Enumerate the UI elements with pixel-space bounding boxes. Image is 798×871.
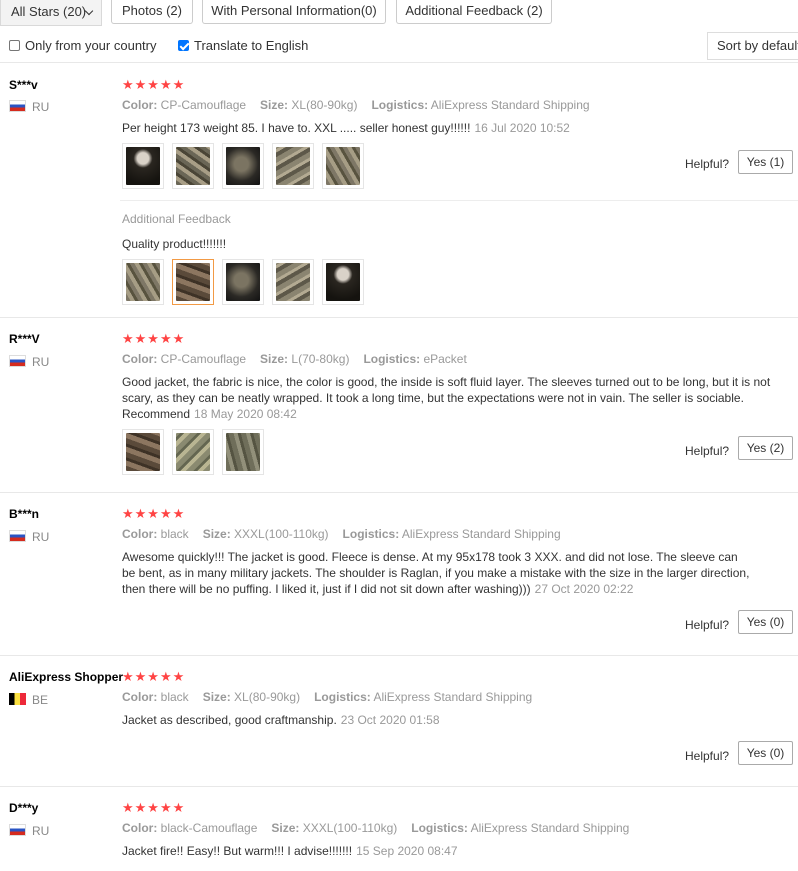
divider	[120, 200, 798, 201]
helpful-yes-button[interactable]: Yes (0)	[738, 741, 793, 765]
helpful-label: Helpful?	[685, 157, 730, 171]
helpful-yes-button[interactable]: Yes (2)	[738, 436, 793, 460]
review-photo[interactable]	[122, 429, 164, 475]
divider	[0, 62, 798, 63]
review-photo[interactable]	[222, 143, 264, 189]
filter-bar: All Stars (20) Photos (2) With Personal …	[0, 0, 798, 26]
reviewer-country: RU	[9, 530, 49, 544]
reviewer-name: R***V	[9, 332, 40, 346]
review-photo[interactable]	[322, 143, 364, 189]
review-photo[interactable]	[122, 143, 164, 189]
review-photo[interactable]	[272, 143, 314, 189]
review-date: 23 Oct 2020 01:58	[340, 713, 440, 727]
review-photo[interactable]	[122, 259, 164, 305]
review-date: 27 Oct 2020 02:22	[534, 582, 634, 596]
star-rating: ★★★★★	[122, 77, 186, 92]
reviewer-name: B***n	[9, 507, 40, 521]
personal-info-filter-button[interactable]: With Personal Information(0)	[202, 0, 386, 24]
review-photo[interactable]	[172, 143, 214, 189]
review-photo[interactable]	[322, 259, 364, 305]
photos-filter-button[interactable]: Photos (2)	[111, 0, 193, 24]
helpful-yes-button[interactable]: Yes (0)	[738, 610, 793, 634]
divider	[0, 492, 798, 493]
translate-label[interactable]: Translate to English	[194, 38, 308, 53]
review-text: Jacket as described, good craftmanship. 2…	[122, 713, 440, 727]
stars-filter-select[interactable]: All Stars (20)	[0, 0, 102, 26]
sort-select[interactable]: Sort by default	[707, 32, 798, 60]
helpful-yes-button[interactable]: Yes (1)	[738, 150, 793, 174]
review-attributes: Color: CP-Camouflage Size: L(70-80kg) Logi…	[122, 352, 467, 366]
review-photo[interactable]	[272, 259, 314, 305]
review-attributes: Color: black Size: XL(80-90kg) Logistics: …	[122, 690, 533, 704]
review-text: Per height 173 weight 85. I have to. XXL…	[122, 121, 570, 135]
divider	[0, 786, 798, 787]
reviewer-name: AliExpress Shopper	[9, 670, 124, 684]
only-country-label[interactable]: Only from your country	[25, 38, 157, 53]
reviewer-country: RU	[9, 824, 49, 838]
review-attributes: Color: black-Camouflage Size: XXXL(100-11…	[122, 821, 630, 835]
additional-feedback-title: Additional Feedback	[122, 212, 231, 226]
review-attributes: Color: black Size: XXXL(100-110kg) Logisti…	[122, 527, 561, 541]
star-rating: ★★★★★	[122, 331, 186, 346]
reviewer-country: BE	[9, 693, 48, 707]
flag-ru-icon	[9, 824, 26, 836]
review-photo[interactable]	[172, 429, 214, 475]
reviewer-name: S***v	[9, 78, 38, 92]
review-date: 15 Sep 2020 08:47	[356, 844, 458, 858]
review-attributes: Color: CP-Camouflage Size: XL(80-90kg) Log…	[122, 98, 590, 112]
star-rating: ★★★★★	[122, 800, 186, 815]
divider	[0, 317, 798, 318]
review-photo[interactable]	[222, 429, 264, 475]
helpful-label: Helpful?	[685, 444, 730, 458]
reviewer-country: RU	[9, 355, 49, 369]
flag-ru-icon	[9, 530, 26, 542]
additional-feedback-text: Quality product!!!!!!!	[122, 237, 227, 251]
review-text: Awesome quickly!!! The jacket is good. F…	[122, 550, 750, 596]
options-bar: Only from your country Translate to Engl…	[0, 32, 798, 62]
only-country-checkbox[interactable]	[9, 40, 20, 51]
stars-filter-label: All Stars (20)	[11, 4, 87, 19]
reviewer-name: D***y	[9, 801, 39, 815]
helpful-label: Helpful?	[685, 749, 730, 763]
review-photo-selected[interactable]	[172, 259, 214, 305]
review-date: 16 Jul 2020 10:52	[474, 121, 570, 135]
star-rating: ★★★★★	[122, 669, 186, 684]
review-photo[interactable]	[222, 259, 264, 305]
flag-be-icon	[9, 693, 26, 705]
flag-ru-icon	[9, 100, 26, 112]
review-text: Good jacket, the fabric is nice, the col…	[122, 375, 771, 421]
translate-checkbox[interactable]	[178, 40, 189, 51]
review-date: 18 May 2020 08:42	[194, 407, 297, 421]
review-text: Jacket fire!! Easy!! But warm!!! I advis…	[122, 844, 458, 858]
helpful-label: Helpful?	[685, 618, 730, 632]
star-rating: ★★★★★	[122, 506, 186, 521]
flag-ru-icon	[9, 355, 26, 367]
reviewer-country: RU	[9, 100, 49, 114]
divider	[0, 655, 798, 656]
additional-feedback-filter-button[interactable]: Additional Feedback (2)	[396, 0, 552, 24]
